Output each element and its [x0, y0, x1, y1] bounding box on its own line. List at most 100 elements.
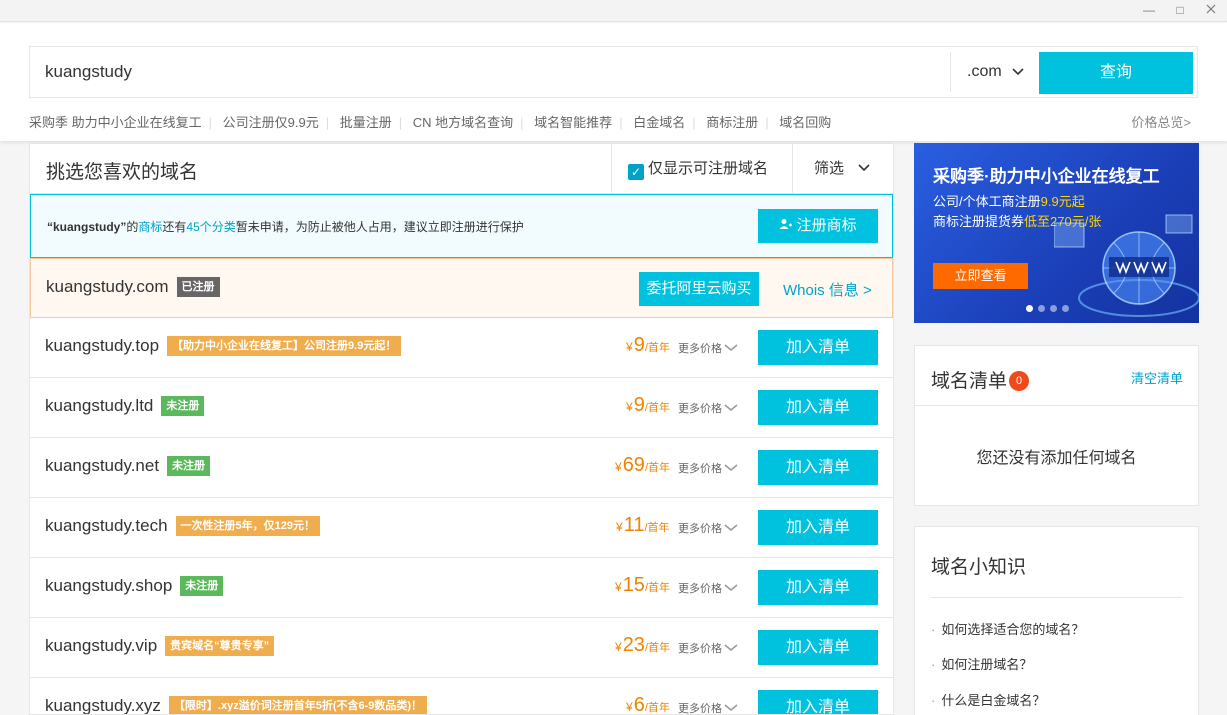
- filter-label: 筛选: [814, 160, 845, 177]
- carousel-dot[interactable]: [1038, 305, 1045, 312]
- quick-link-cn-local[interactable]: CN 地方域名查询: [413, 115, 513, 130]
- domain-name: kuangstudy.xyz 【限时】.xyz溢价词注册首年5折(不含6-9数品类…: [45, 696, 428, 714]
- more-prices-toggle[interactable]: 更多价格: [678, 520, 738, 536]
- trademark-text-3: 暂未申请，为防止被他人占用，建议立即注册进行保护: [235, 220, 524, 234]
- currency-symbol: ¥: [626, 700, 633, 714]
- more-prices-toggle[interactable]: 更多价格: [678, 640, 738, 656]
- quick-link-company-register[interactable]: 公司注册仅9.9元: [223, 115, 319, 130]
- domain-name: kuangstudy.net 未注册: [45, 456, 211, 476]
- search-button[interactable]: 查询: [1039, 52, 1193, 94]
- trademark-text-2: 还有: [162, 220, 187, 234]
- quick-link-batch-register[interactable]: 批量注册: [340, 115, 392, 130]
- domain-row: kuangstudy.xyz 【限时】.xyz溢价词注册首年5折(不含6-9数品类…: [30, 678, 893, 714]
- ad-view-button[interactable]: 立即查看: [933, 263, 1028, 289]
- register-trademark-label: 注册商标: [796, 217, 857, 234]
- promo-ad-banner[interactable]: 采购季·助力中小企业在线复工 公司/个体工商注册9.9元起 商标注册提货券低至2…: [914, 143, 1199, 323]
- quick-link-trademark[interactable]: 商标注册: [706, 115, 758, 130]
- clear-cart-link[interactable]: 清空清单: [1131, 368, 1183, 387]
- entrust-purchase-button[interactable]: 委托阿里云购买: [639, 272, 759, 306]
- carousel-dot[interactable]: [1062, 305, 1069, 312]
- chevron-down-icon: [724, 640, 738, 655]
- price: ¥23/首年: [615, 634, 670, 657]
- chevron-down-icon: [1012, 52, 1024, 108]
- more-prices-toggle[interactable]: 更多价格: [678, 400, 738, 416]
- trademark-name: “kuangstudy”: [47, 220, 127, 234]
- domain-row: kuangstudy.tech 一次性注册5年，仅129元！ ¥11/首年 更多价格 加…: [30, 498, 893, 558]
- domain-name: kuangstudy.com 已注册: [46, 277, 220, 297]
- add-to-list-button[interactable]: 加入清单: [758, 630, 878, 665]
- results-title: 挑选您喜欢的域名: [46, 162, 199, 183]
- domain-name-text: kuangstudy.ltd: [45, 396, 154, 415]
- cart-title-text: 域名清单: [931, 371, 1008, 392]
- domain-name-text: kuangstudy.com: [46, 277, 169, 296]
- currency-symbol: ¥: [626, 340, 633, 354]
- carousel-dot[interactable]: [1050, 305, 1057, 312]
- knowledge-item[interactable]: · 如何注册域名？: [931, 654, 1032, 673]
- quick-link-smart-recommend[interactable]: 域名智能推荐: [534, 115, 612, 130]
- status-badge: 未注册: [180, 576, 224, 596]
- more-prices-label: 更多价格: [678, 583, 722, 595]
- status-badge: 贵宾域名“尊贵专享”: [165, 636, 275, 656]
- quick-link-promo[interactable]: 采购季 助力中小企业在线复工: [29, 115, 202, 130]
- suffix-select[interactable]: .com: [950, 52, 1038, 92]
- knowledge-item-text: 什么是白金域名？: [941, 693, 1046, 708]
- close-icon[interactable]: [1202, 2, 1220, 18]
- quick-links: 采购季 助力中小企业在线复工 | 公司注册仅9.9元 | 批量注册 | CN 地方域名…: [29, 115, 832, 130]
- more-prices-label: 更多价格: [678, 523, 722, 535]
- whois-link[interactable]: Whois 信息 >: [783, 279, 872, 300]
- knowledge-item[interactable]: · 什么是白金域名？: [931, 690, 1045, 709]
- more-prices-label: 更多价格: [678, 343, 722, 355]
- quick-link-buyback[interactable]: 域名回购: [779, 115, 831, 130]
- add-to-list-button[interactable]: 加入清单: [758, 570, 878, 605]
- cart-title: 域名清单 0: [931, 366, 1030, 393]
- domain-name: kuangstudy.ltd 未注册: [45, 396, 205, 416]
- chevron-down-icon: [724, 340, 738, 355]
- user-add-icon: [779, 217, 796, 234]
- search-header: .com 查询 采购季 助力中小企业在线复工| 公司注册仅9.9元| 批量注册|…: [0, 23, 1227, 141]
- price-unit: /首年: [644, 702, 670, 714]
- price-value: 9: [633, 394, 645, 416]
- more-prices-toggle[interactable]: 更多价格: [678, 340, 738, 356]
- filter-dropdown[interactable]: 筛选: [814, 144, 870, 193]
- minimize-icon[interactable]: —: [1140, 2, 1158, 18]
- cart-empty-message: 您还没有添加任何域名: [976, 450, 1137, 467]
- domain-row: kuangstudy.vip 贵宾域名“尊贵专享” ¥23/首年 更多价格 加入清单: [30, 618, 893, 678]
- domain-name: kuangstudy.top 【助力中小企业在线复工】公司注册9.9元起！: [45, 336, 402, 356]
- more-prices-toggle[interactable]: 更多价格: [678, 460, 738, 476]
- trademark-link[interactable]: 商标: [138, 220, 162, 234]
- trademark-count[interactable]: 45个分类: [186, 220, 235, 234]
- more-prices-label: 更多价格: [678, 403, 722, 415]
- carousel-dot[interactable]: [1026, 305, 1033, 312]
- add-to-list-button[interactable]: 加入清单: [758, 390, 878, 425]
- domain-row: kuangstudy.ltd 未注册 ¥9/首年 更多价格 加入清单: [30, 378, 893, 438]
- more-prices-toggle[interactable]: 更多价格: [678, 700, 738, 714]
- maximize-icon[interactable]: □: [1171, 2, 1189, 18]
- add-to-list-button[interactable]: 加入清单: [758, 690, 878, 714]
- status-badge: 未注册: [161, 396, 205, 416]
- price: ¥69/首年: [615, 454, 670, 477]
- domain-search-input[interactable]: [30, 47, 950, 97]
- domain-name-text: kuangstudy.shop: [45, 576, 173, 595]
- quick-link-platinum[interactable]: 白金域名: [633, 115, 685, 130]
- add-to-list-button[interactable]: 加入清单: [758, 330, 878, 365]
- ad-line-1: 公司/个体工商注册9.9元起: [933, 191, 1085, 210]
- domain-name-text: kuangstudy.net: [45, 456, 160, 475]
- register-trademark-button[interactable]: 注册商标: [758, 209, 878, 243]
- suffix-value: .com: [967, 63, 1002, 80]
- price-unit: /首年: [644, 342, 670, 354]
- price-unit: /首年: [644, 402, 670, 414]
- divider: [931, 597, 1183, 598]
- checkbox-checked-icon[interactable]: ✓: [628, 164, 644, 180]
- price-overview-link[interactable]: 价格总览>: [1131, 112, 1191, 131]
- knowledge-item[interactable]: · 如何选择适合您的域名？: [931, 619, 1084, 638]
- ad-line-1-text: 公司/个体工商注册: [933, 194, 1041, 209]
- more-prices-toggle[interactable]: 更多价格: [678, 580, 738, 596]
- domain-row-taken: kuangstudy.com 已注册 委托阿里云购买 Whois 信息 >: [30, 258, 893, 318]
- add-to-list-button[interactable]: 加入清单: [758, 450, 878, 485]
- add-to-list-button[interactable]: 加入清单: [758, 510, 878, 545]
- status-badge: 【限时】.xyz溢价词注册首年5折(不含6-9数品类)！: [168, 696, 428, 714]
- knowledge-item-text: 如何选择适合您的域名？: [941, 622, 1085, 637]
- price-unit: /首年: [644, 582, 670, 594]
- only-available-toggle[interactable]: ✓ 仅显示可注册域名: [611, 144, 793, 193]
- trademark-banner: “kuangstudy”的商标还有45个分类暂未申请，为防止被他人占用，建议立即…: [30, 194, 893, 258]
